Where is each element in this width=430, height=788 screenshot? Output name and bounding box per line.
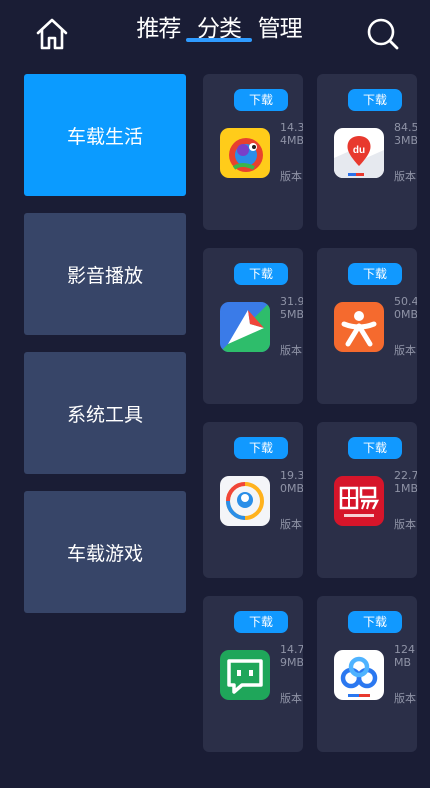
active-tab-indicator: [186, 38, 252, 42]
category-label: 车载游戏: [66, 542, 143, 565]
category-label: 系统工具: [66, 403, 143, 426]
baidu-map-icon: du: [334, 128, 384, 178]
app-version: 版本: [280, 170, 302, 183]
category-car-life[interactable]: 车载生活: [24, 74, 186, 196]
app-version: 版本: [394, 692, 416, 705]
app-card[interactable]: 下载 du 84.53MB 版本: [317, 74, 417, 230]
download-button[interactable]: 下载: [348, 437, 402, 459]
baidu-netdisk-icon: [334, 650, 384, 700]
category-label: 影音播放: [66, 264, 143, 287]
home-button[interactable]: [34, 17, 70, 51]
app-version: 版本: [394, 344, 416, 357]
app-size: 19.30MB: [280, 469, 303, 495]
category-system-tools[interactable]: 系统工具: [24, 352, 186, 474]
top-bar: 推荐 分类 管理: [0, 0, 430, 66]
app-size: 31.95MB: [280, 295, 303, 321]
app-card[interactable]: 下载 14.34MB 版本: [203, 74, 303, 230]
chameleon-app-icon: [220, 128, 270, 178]
app-size: 22.71MB: [394, 469, 417, 495]
download-button[interactable]: 下载: [234, 263, 288, 285]
download-button[interactable]: 下载: [234, 611, 288, 633]
app-card[interactable]: 下载 50.40MB 版本: [317, 248, 417, 404]
search-button[interactable]: [364, 17, 402, 51]
person-app-icon: [334, 302, 384, 352]
navigation-app-icon: [220, 302, 270, 352]
download-button[interactable]: 下载: [234, 437, 288, 459]
netease-news-icon: [334, 476, 384, 526]
tab-recommend[interactable]: 推荐: [128, 14, 189, 44]
category-label: 车载生活: [66, 125, 143, 148]
app-version: 版本: [394, 170, 416, 183]
chat-bot-app-icon: [220, 650, 270, 700]
app-card[interactable]: 下载 22.71MB 版本: [317, 422, 417, 578]
app-version: 版本: [280, 518, 302, 531]
app-size: 14.34MB: [280, 121, 303, 147]
app-version: 版本: [280, 344, 302, 357]
download-button[interactable]: 下载: [348, 89, 402, 111]
search-icon: [367, 18, 399, 50]
category-car-games[interactable]: 车载游戏: [24, 491, 186, 613]
svg-text:du: du: [353, 145, 365, 156]
app-version: 版本: [280, 692, 302, 705]
app-size: 14.79MB: [280, 643, 303, 669]
tab-manage[interactable]: 管理: [249, 14, 310, 44]
download-button[interactable]: 下载: [348, 263, 402, 285]
home-icon: [36, 18, 68, 50]
app-size: 50.40MB: [394, 295, 417, 321]
download-button[interactable]: 下载: [348, 611, 402, 633]
category-media-play[interactable]: 影音播放: [24, 213, 186, 335]
app-card[interactable]: 下载 124MB 版本: [317, 596, 417, 752]
download-button[interactable]: 下载: [234, 89, 288, 111]
app-size: 84.53MB: [394, 121, 417, 147]
app-card[interactable]: 下载 31.95MB 版本: [203, 248, 303, 404]
tencent-news-icon: [220, 476, 270, 526]
app-card[interactable]: 下载 19.30MB 版本: [203, 422, 303, 578]
app-card[interactable]: 下载 14.79MB 版本: [203, 596, 303, 752]
app-version: 版本: [394, 518, 416, 531]
app-size: 124MB: [394, 643, 415, 669]
